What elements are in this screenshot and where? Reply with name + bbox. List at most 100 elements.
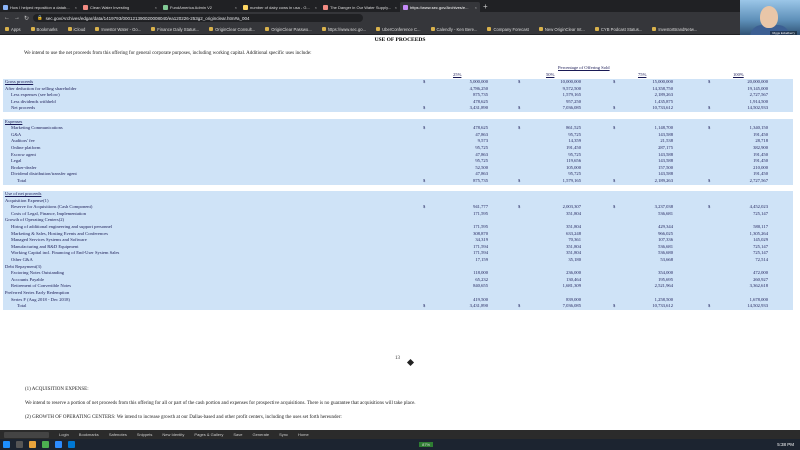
table-cell: 191,450 [566, 144, 581, 150]
outlook-icon[interactable] [68, 441, 75, 448]
row-label: Managed Services Systems and Software [11, 237, 87, 243]
extension-bar: Login Bookmarks Safenotes Snippets New Ident… [0, 430, 800, 439]
table-row: G&A 47,863 95,725 143,588 191,450 [3, 131, 793, 139]
extension-button[interactable]: Generate [252, 432, 269, 437]
column-header: 25% [453, 72, 462, 77]
favicon-icon [83, 4, 88, 10]
close-tab-icon[interactable]: × [475, 5, 477, 10]
lock-icon: 🔒 [37, 15, 43, 20]
table-cell: 419,500 [473, 296, 488, 302]
browser-tab[interactable]: https://www.sec.gov/Archives/e... × [400, 2, 480, 12]
extension-button[interactable]: Sync [279, 432, 288, 437]
table-cell: 536,681 [658, 210, 673, 216]
table-cell: 21,538 [660, 138, 673, 144]
browser-toolbar: ← → ↻ 🔒 sec.gov/Archives/edgar/data/1419… [0, 12, 800, 24]
extension-button[interactable]: Snippets [137, 432, 153, 437]
bookmark-icon [265, 27, 270, 31]
row-label: Use of net proceeds [5, 191, 42, 197]
table-cell: 20,000,000 [747, 79, 768, 84]
table-cell: 171,594 [473, 250, 488, 256]
table-cell: 966,025 [658, 230, 673, 236]
table-cell: 14,502,933 [747, 105, 768, 111]
browser-tab[interactable]: How I helped reposition a datab... × [0, 2, 80, 12]
browser-tab[interactable]: The Danger in Our Water Supply... × [320, 2, 400, 12]
table-cell: 580,117 [753, 224, 768, 230]
new-tab-button[interactable]: + [483, 2, 488, 11]
table-cell: 14,359 [568, 138, 581, 144]
extension-button[interactable]: Bookmarks [79, 432, 99, 437]
table-cell: 28,718 [755, 138, 768, 144]
bookmark-item[interactable]: Bookmarks [30, 26, 58, 32]
close-tab-icon[interactable]: × [75, 5, 77, 10]
table-row [3, 112, 793, 119]
table-cell: 1,579,165 [562, 177, 581, 183]
extension-button[interactable]: New Identity [162, 432, 184, 437]
table-row: Reserve for Acquisitions (Cash Component… [3, 204, 793, 211]
table-cell: 9,572,500 [562, 85, 581, 91]
table-row: Auditors' fee 9,573 14,359 21,538 28,718 [3, 138, 793, 145]
close-tab-icon[interactable]: × [315, 5, 317, 10]
search-icon[interactable] [16, 441, 23, 448]
close-tab-icon[interactable]: × [155, 5, 157, 10]
chrome-icon[interactable] [42, 441, 49, 448]
back-icon[interactable]: ← [4, 15, 10, 21]
favicon-icon [243, 4, 248, 10]
bookmark-item[interactable]: Calendly - Ken Bere... [430, 27, 477, 32]
extension-button[interactable]: Save [233, 432, 242, 437]
bookmark-item[interactable]: CYB Podcast Status... [594, 27, 642, 32]
bookmark-item[interactable]: iCloud [67, 27, 85, 32]
extension-search-input[interactable] [4, 431, 49, 438]
table-cell: 14,358,750 [652, 85, 673, 91]
tab-title: Clean Water Investing [90, 4, 130, 10]
table-row: Costs of Legal, Finance, Implementation 1… [3, 210, 793, 218]
folder-icon[interactable] [29, 441, 36, 448]
table-row: Retirement of Convertible Notes 840,655 1,… [3, 283, 793, 290]
bookmark-item[interactable]: InvestorBrandNetw... [652, 27, 697, 32]
bookmark-item[interactable]: Finance Daily Status... [151, 27, 199, 32]
extension-button[interactable]: Safenotes [109, 432, 127, 437]
browser-tab[interactable]: number of dairy cows in usa - G... × [240, 2, 320, 12]
row-label: Accounts Payable [11, 276, 45, 282]
bookmark-item[interactable]: OriginClear Consult... [209, 27, 255, 32]
extension-button[interactable]: Pages & Gallery [194, 432, 223, 437]
row-label: Debt Repayment(3) [5, 263, 42, 269]
bookmark-item[interactable]: https://www.sec.go... [321, 27, 366, 32]
table-cell: 287,175 [658, 144, 673, 150]
dollar-sign: $ [518, 303, 521, 309]
table-row: Hiring of additional engineering and sup… [3, 224, 793, 231]
column-header: 75% [638, 72, 647, 77]
dollar-sign: $ [423, 105, 426, 111]
table-row: Gross proceeds $5,000,000 $10,000,000 $15,0… [3, 79, 793, 86]
browser-tab[interactable]: FundAmerica Admin V2 × [160, 2, 240, 12]
bookmark-item[interactable]: Company Forecast [487, 26, 529, 32]
bookmark-icon [30, 27, 35, 31]
browser-tab[interactable]: Clean Water Investing × [80, 2, 160, 12]
table-cell: 191,450 [753, 151, 768, 157]
table-cell: 70,361 [568, 237, 581, 243]
bookmark-item[interactable]: UberConference C... [376, 27, 421, 32]
start-icon[interactable] [3, 441, 10, 448]
bookmark-icon [67, 27, 72, 31]
row-label: Growth of Operating Centers(2) [5, 217, 65, 223]
reload-icon[interactable]: ↻ [24, 15, 29, 22]
bookmark-item[interactable]: OriginClear Passwo... [265, 27, 312, 32]
bookmark-label: Bookmarks [36, 26, 58, 32]
table-cell: 429,344 [658, 224, 673, 230]
dollar-sign: $ [518, 204, 521, 210]
extension-button[interactable]: Home [298, 432, 309, 437]
table-cell: 145,029 [753, 237, 768, 243]
bookmark-item[interactable]: New OriginClear Int... [538, 27, 585, 32]
table-cell: 351,804 [566, 224, 581, 230]
bookmark-label: Company Forecast [493, 26, 529, 32]
column-header: 50% [546, 72, 555, 77]
close-tab-icon[interactable]: × [395, 5, 397, 10]
close-tab-icon[interactable]: × [235, 5, 237, 10]
forward-icon[interactable]: → [14, 15, 20, 21]
extension-button[interactable]: Login [59, 432, 69, 437]
zoom-icon[interactable] [55, 441, 62, 448]
tab-strip: How I helped reposition a datab... × Clean… [0, 0, 800, 12]
bookmark-item[interactable]: Apps [5, 27, 21, 32]
table-cell: 478,625 [473, 98, 488, 104]
bookmark-item[interactable]: Investor Water - Go... [95, 27, 141, 32]
address-bar[interactable]: 🔒 sec.gov/Archives/edgar/data/1419793/00… [33, 14, 364, 22]
